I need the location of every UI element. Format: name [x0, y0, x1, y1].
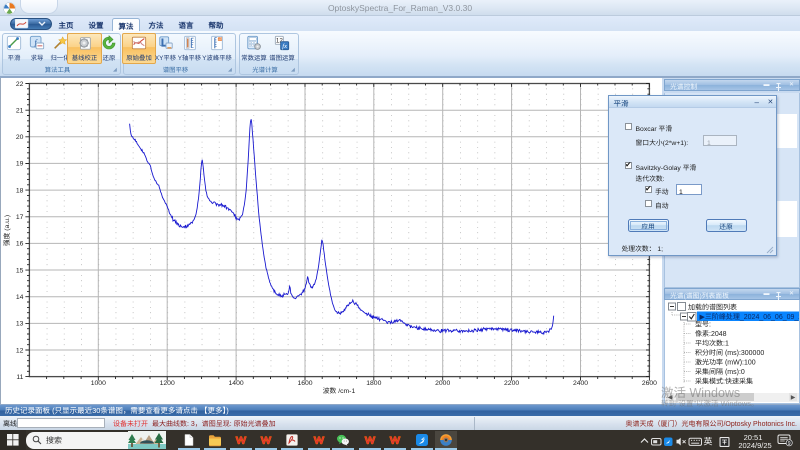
svg-text:12: 12: [16, 347, 24, 354]
svg-text:1400: 1400: [229, 380, 244, 387]
svg-text:14: 14: [16, 294, 24, 301]
svg-text:9: 9: [788, 441, 791, 447]
svg-text:加载的谱图列表: 加载的谱图列表: [688, 302, 737, 312]
svg-text:1600: 1600: [297, 380, 312, 387]
svg-text:2600: 2600: [642, 380, 657, 387]
svg-text:19: 19: [16, 160, 24, 167]
svg-text:像素:2048: 像素:2048: [695, 329, 727, 339]
svg-text:平均次数:1: 平均次数:1: [695, 338, 729, 348]
svg-text:积分时间 (ms):300000: 积分时间 (ms):300000: [695, 348, 764, 358]
svg-text:1200: 1200: [160, 380, 175, 387]
svg-text:16: 16: [16, 240, 24, 247]
svg-text:采集间隔 (ms):0: 采集间隔 (ms):0: [695, 367, 745, 377]
svg-text:17: 17: [16, 214, 24, 221]
svg-text:型号:: 型号:: [695, 319, 711, 329]
svg-text:英: 英: [704, 435, 713, 448]
svg-text:1800: 1800: [366, 380, 381, 387]
svg-text:2000: 2000: [435, 380, 450, 387]
svg-text:10: 10: [218, 36, 222, 41]
svg-text:波数 /cm-1: 波数 /cm-1: [323, 385, 356, 395]
svg-text:激光功率 (mW):100: 激光功率 (mW):100: [695, 357, 756, 367]
svg-text:21: 21: [16, 107, 24, 114]
svg-text:18: 18: [16, 187, 24, 194]
svg-text:22: 22: [16, 80, 24, 87]
svg-text:2400: 2400: [573, 380, 588, 387]
svg-text:强度 (a.u.): 强度 (a.u.): [1, 214, 11, 245]
svg-text:1000: 1000: [91, 380, 106, 387]
svg-text:13: 13: [16, 320, 24, 327]
svg-text:15: 15: [16, 267, 24, 274]
svg-text:11: 11: [16, 373, 23, 380]
svg-text:2200: 2200: [504, 380, 519, 387]
svg-text:fx: fx: [282, 42, 287, 49]
svg-text:20: 20: [16, 134, 24, 141]
svg-text:▶三阶峰处理_2024_06_06_09_20_: ▶三阶峰处理_2024_06_06_09_20_: [700, 312, 800, 322]
